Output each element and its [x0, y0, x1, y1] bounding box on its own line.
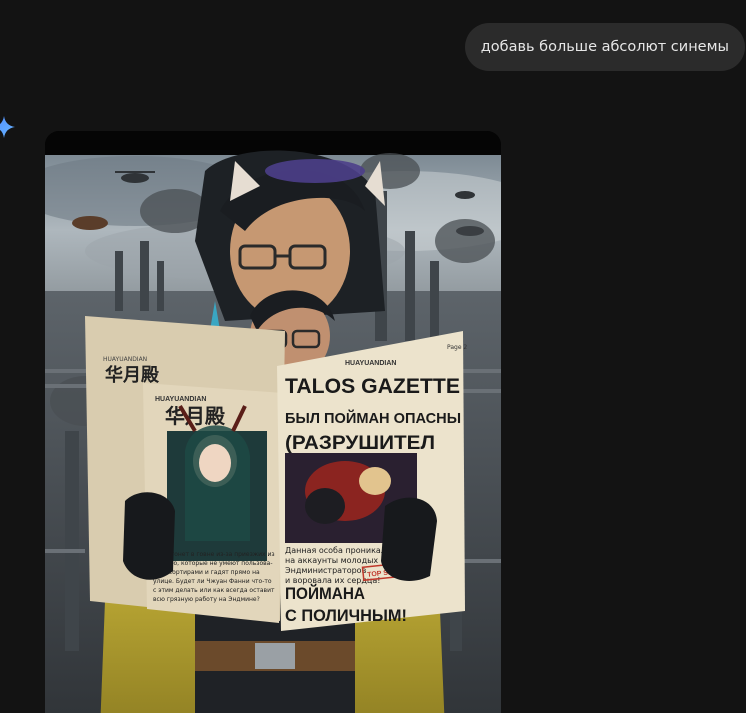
front-paper-body-2: на аккаунты молодых [285, 556, 378, 565]
front-paper-headline-1: БЫЛ ПОЙМАН ОПАСНЫ [285, 409, 461, 427]
generated-image[interactable]: HUAYUANDIAN 华月殿 HUAYUANDIAN 华月殿 Хуям тон… [45, 131, 501, 713]
gemini-sparkle-icon [0, 116, 15, 138]
front-paper-headline-2: (РАЗРУШИТЕЛ [285, 433, 435, 454]
front-paper-page-label: Page 2 [447, 344, 467, 351]
back-paper-line-4: улице. Будет ли Чжуан Фанни что-то [153, 578, 272, 585]
generated-image-artwork: HUAYUANDIAN 华月殿 HUAYUANDIAN 华月殿 Хуям тон… [45, 131, 501, 713]
front-newspaper: HUAYUANDIAN Page 2 TALOS GAZETTE БЫЛ ПОЙ… [277, 331, 467, 631]
back-paper-title: 华月殿 [165, 404, 226, 428]
back-paper-publisher: HUAYUANDIAN [155, 396, 206, 403]
front-paper-masthead: TALOS GAZETTE [285, 375, 460, 398]
front-paper-footer-2: С ПОЛИЧНЫМ! [285, 606, 407, 625]
back-paper-line-6: всю грязную работу на Эндмине? [153, 596, 260, 603]
front-paper-body-1: Данная особа проникала [285, 546, 391, 555]
back-paper-title-2: 华月殿 [105, 364, 160, 385]
chat-page: добавь больше абсолют синемы HUAYUANDIAN… [0, 0, 746, 713]
front-paper-publisher: HUAYUANDIAN [345, 360, 396, 367]
user-message-text: добавь больше абсолют синемы [480, 39, 729, 55]
front-paper-body-3: Эндминистраторов [285, 566, 367, 575]
back-paper-publisher-2: HUAYUANDIAN [103, 356, 147, 363]
back-paper-line-5: с этим делать или как всегда оставит [153, 587, 275, 594]
back-newspaper: HUAYUANDIAN 华月殿 HUAYUANDIAN 华月殿 Хуям тон… [85, 316, 285, 623]
user-message-bubble: добавь больше абсолют синемы [464, 23, 745, 71]
front-paper-footer-1: ПОЙМАНА [285, 584, 365, 603]
